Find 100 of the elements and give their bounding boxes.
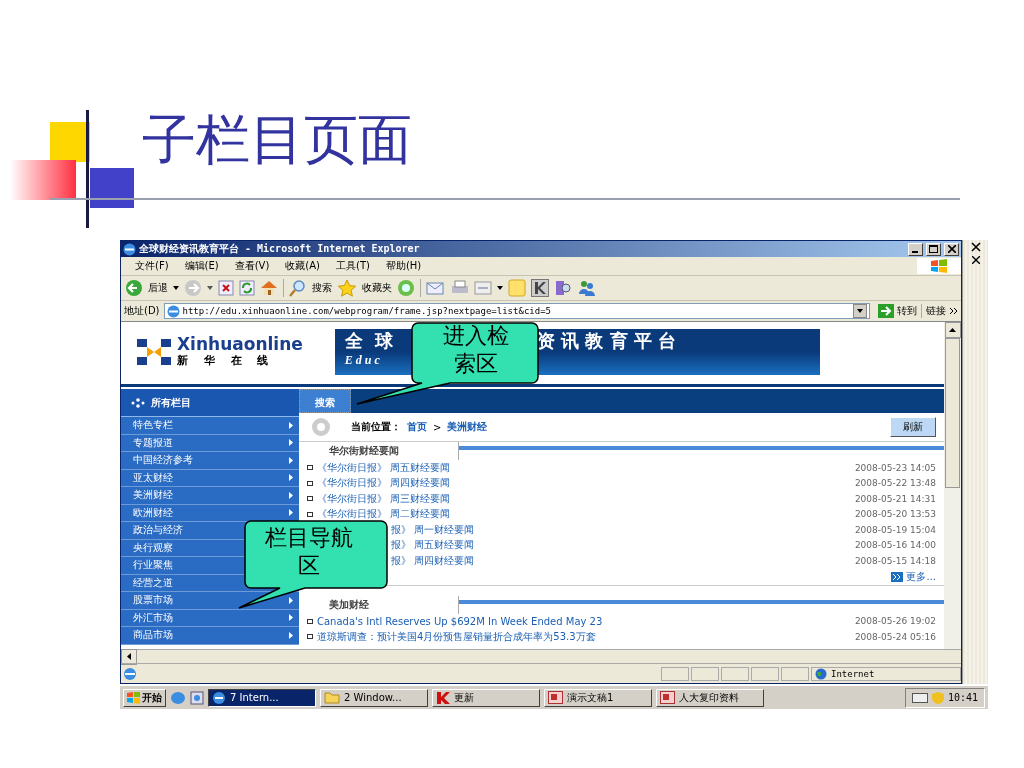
news-time: 2008-05-20 13:53 [854, 509, 936, 520]
slide-title: 子栏目页面 [142, 109, 412, 172]
bullet-icon [307, 634, 313, 640]
links-button[interactable]: 链接 [926, 304, 946, 318]
news-time: 2008-05-15 14:18 [854, 555, 936, 566]
bullet-icon [307, 480, 313, 486]
bullet-icon [307, 496, 313, 502]
status-pane [691, 666, 719, 681]
news-time: 2008-05-22 13:48 [854, 478, 936, 489]
taskbar-button[interactable]: 更新 [432, 688, 540, 707]
windows-flag-icon [127, 691, 140, 704]
news-link[interactable]: 报》 周四财经要闻 [391, 553, 475, 568]
status-pane [721, 666, 749, 681]
close-icon [947, 245, 956, 253]
refresh-icon[interactable] [239, 280, 255, 296]
sidebar-item[interactable]: 行业聚焦 [133, 558, 173, 573]
sidebar-item[interactable]: 中国经济参考 [133, 453, 193, 468]
mail-icon[interactable] [426, 280, 446, 296]
edit-icon[interactable] [474, 281, 492, 295]
search-icon[interactable] [289, 279, 307, 297]
bullet-icon [307, 618, 313, 624]
more-link[interactable]: 更多... [906, 569, 936, 584]
start-button[interactable]: 开始 [123, 688, 166, 707]
sidebar-item[interactable]: 专题报道 [133, 435, 173, 450]
globe-icon [815, 667, 827, 680]
menu-item[interactable]: 文件(F) [127, 259, 177, 273]
logo-subtitle: 新 华 在 线 [177, 353, 276, 368]
messenger-icon[interactable] [577, 279, 597, 297]
banner-subtitle: E d u c [344, 353, 380, 368]
page-icon [166, 304, 180, 318]
status-zone: Internet [831, 668, 875, 679]
banner-title: 全 球 [344, 330, 394, 351]
caret-icon[interactable] [497, 286, 503, 290]
chevron-icon[interactable] [950, 308, 958, 314]
menu-item[interactable]: 帮助(H) [377, 259, 430, 273]
presentation-icon [660, 691, 675, 704]
caret-icon[interactable] [207, 286, 213, 290]
sidebar-header: 所有栏目 [151, 395, 191, 410]
k-logo-icon[interactable] [531, 279, 549, 297]
home-link[interactable]: 首页 [407, 420, 427, 434]
star-icon[interactable] [337, 279, 357, 297]
bullet-icon [307, 465, 313, 471]
taskbar-button[interactable]: 2 Window... [320, 688, 428, 707]
logo-icon [137, 339, 171, 365]
taskbar-button[interactable]: 7 Intern... [208, 688, 316, 707]
close-icon[interactable] [970, 242, 981, 252]
news-time: 2008-05-24 05:16 [854, 631, 936, 642]
news-link[interactable]: 《华尔街日报》 周四财经要闻 [317, 476, 451, 491]
refresh-button[interactable]: 刷新 [890, 417, 936, 437]
print-icon[interactable] [451, 280, 469, 296]
taskbar-button[interactable]: 人大复印资料 [656, 688, 764, 707]
sidebar-item[interactable]: 美洲财经 [133, 488, 173, 503]
sidebar-item[interactable]: 政治与经济 [133, 523, 183, 538]
research-icon[interactable] [554, 279, 572, 297]
k-logo-icon [436, 691, 450, 704]
address-field[interactable]: http://edu.xinhuaonline.com/webprogram/frame.jsp?nextpage=list&cid=5 [163, 303, 870, 319]
sidebar-item[interactable]: 央行观察 [133, 540, 173, 555]
news-link[interactable]: 《华尔街日报》 周三财经要闻 [317, 491, 451, 506]
news-link[interactable]: 《华尔街日报》 周二财经要闻 [317, 507, 451, 522]
media-icon[interactable] [397, 279, 415, 297]
news-time: 2008-05-23 14:05 [854, 462, 936, 473]
menu-item[interactable]: 工具(T) [328, 259, 378, 273]
window-title: 全球财经资讯教育平台 - Microsoft Internet Explorer [139, 242, 421, 256]
search-tab[interactable]: 搜索 [299, 389, 351, 413]
status-pane [751, 666, 779, 681]
horizontal-scrollbar[interactable] [121, 649, 961, 663]
vertical-scrollbar[interactable] [944, 322, 961, 649]
sidebar-item[interactable]: 股票市场 [133, 593, 173, 608]
news-link[interactable]: 报》 周一财经要闻 [391, 522, 475, 537]
news-link[interactable]: 道琼斯调查：预计美国4月份预售屋销量折合成年率为53.3万套 [317, 629, 596, 644]
sidebar-item[interactable]: 特色专栏 [133, 418, 173, 433]
caret-icon[interactable] [173, 286, 179, 290]
favorites-button[interactable]: 收藏夹 [362, 281, 392, 295]
menu-item[interactable]: 查看(V) [226, 259, 278, 273]
stop-icon[interactable] [218, 280, 234, 296]
back-button[interactable]: 后退 [148, 281, 168, 295]
sidebar-item[interactable]: 亚太财经 [133, 470, 173, 485]
taskbar-button[interactable]: 演示文稿1 [544, 688, 652, 707]
sidebar-item[interactable]: 经营之道 [133, 575, 173, 590]
close-button[interactable] [944, 242, 959, 256]
clock: 10:41 [947, 692, 978, 703]
go-arrow-icon [878, 304, 894, 318]
close-icon[interactable] [971, 256, 980, 264]
breadcrumb-current[interactable]: 美洲财经 [447, 420, 488, 434]
news-link[interactable]: 报》 周五财经要闻 [391, 538, 475, 553]
menu-item[interactable]: 编辑(E) [176, 259, 227, 273]
home-icon[interactable] [260, 280, 278, 296]
address-label: 地址(D) [124, 304, 160, 318]
news-link[interactable]: 《华尔街日报》 周五财经要闻 [317, 460, 451, 475]
search-button[interactable]: 搜索 [312, 281, 332, 295]
sidebar-item[interactable]: 商品市场 [133, 628, 173, 643]
sidebar-item[interactable]: 外汇市场 [133, 610, 173, 625]
sidebar-item[interactable]: 欧洲财经 [133, 505, 173, 520]
menu-item[interactable]: 收藏(A) [277, 259, 328, 273]
minimize-button[interactable] [908, 242, 923, 256]
callout-text: 进入检索区 [442, 322, 510, 378]
bullet-icon [307, 511, 313, 517]
go-button[interactable]: 转到 [874, 304, 922, 318]
news-link[interactable]: Canada's Intl Reserves Up $692M In Week Ended May 23 [317, 615, 603, 627]
maximize-button[interactable] [926, 242, 941, 256]
